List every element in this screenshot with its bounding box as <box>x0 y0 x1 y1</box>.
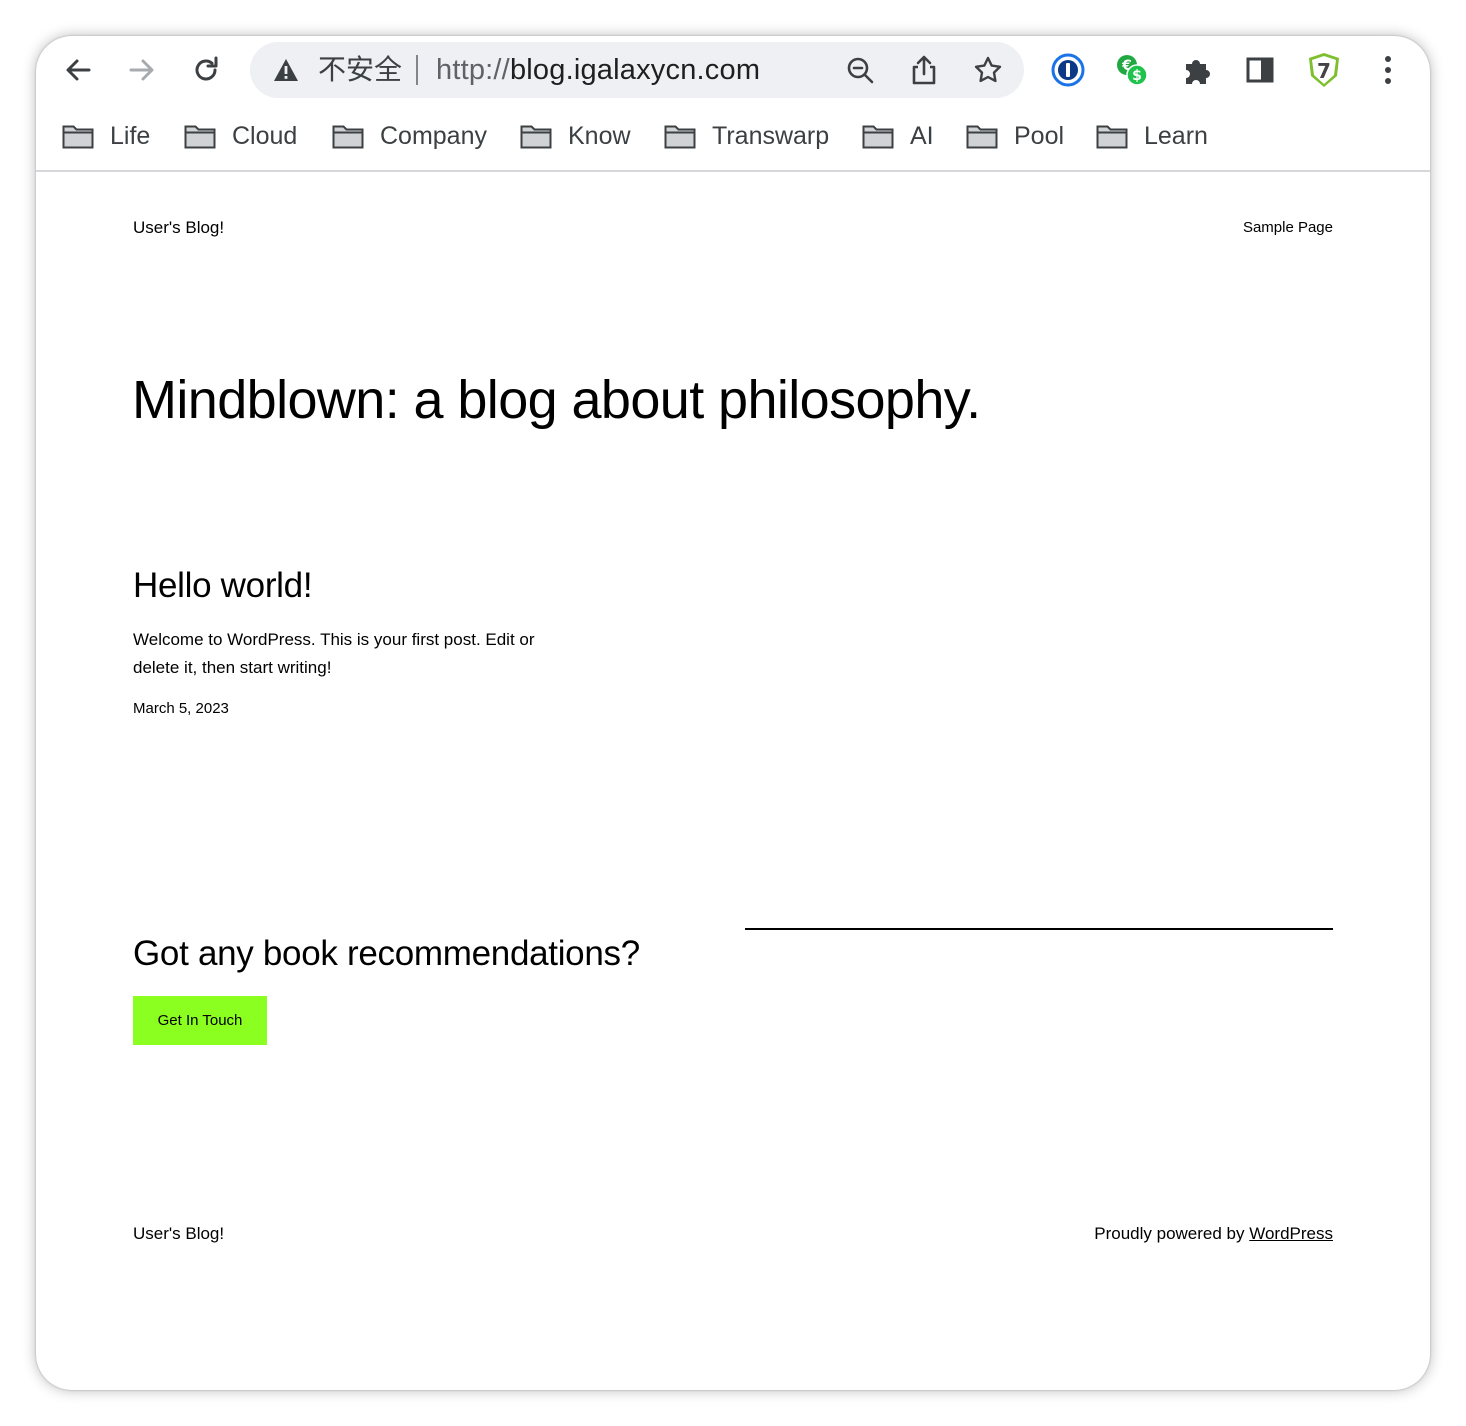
post-date-link[interactable]: March 5, 2023 <box>133 700 229 717</box>
svg-text:7: 7 <box>1317 59 1331 83</box>
folder-icon <box>664 125 696 149</box>
bookmark-label: AI <box>910 121 934 150</box>
bookmark-folder-pool[interactable]: Pool <box>966 116 1064 156</box>
folder-icon <box>1096 125 1128 149</box>
puzzle-extensions-icon[interactable] <box>1174 48 1218 92</box>
bookmarks-bar: Life Cloud Company Know Transwarp AI Poo… <box>36 112 1430 160</box>
zoom-out-icon[interactable] <box>844 54 876 86</box>
folder-icon <box>184 125 216 149</box>
footer-site-title-link[interactable]: User's Blog! <box>133 1224 224 1244</box>
url-text[interactable]: http://blog.igalaxycn.com <box>436 53 760 87</box>
address-bar[interactable]: 不安全 http://blog.igalaxycn.com <box>250 42 1024 98</box>
folder-icon <box>62 125 94 149</box>
bookmark-folder-company[interactable]: Company <box>332 116 487 156</box>
star-icon[interactable] <box>972 54 1004 86</box>
bookmark-label: Life <box>110 121 151 150</box>
bookmark-label: Transwarp <box>712 121 830 150</box>
powered-by-text: Proudly powered by <box>1094 1224 1250 1243</box>
url-host: blog.igalaxycn.com <box>509 54 761 86</box>
post-excerpt: Welcome to WordPress. This is your first… <box>133 630 535 677</box>
hero-heading: Mindblown: a blog about philosophy. <box>132 370 981 430</box>
kebab-menu-icon[interactable] <box>1366 48 1410 92</box>
post-title-link[interactable]: Hello world! <box>133 566 313 606</box>
bookmark-label: Learn <box>1144 121 1208 150</box>
bookmark-label: Company <box>380 121 487 150</box>
bookmark-label: Pool <box>1014 121 1065 150</box>
get-in-touch-button[interactable]: Get In Touch <box>133 996 267 1045</box>
browser-toolbar: 不安全 http://blog.igalaxycn.com € $ 7 <box>36 36 1430 106</box>
bookmark-folder-life[interactable]: Life <box>62 116 150 156</box>
nav-sample-page[interactable]: Sample Page <box>1243 219 1333 236</box>
warning-triangle-icon[interactable] <box>272 56 300 84</box>
web-page: User's Blog! Sample Page Mindblown: a bl… <box>36 172 1430 1390</box>
browser-window: 不安全 http://blog.igalaxycn.com € $ 7 Life… <box>36 36 1430 1390</box>
footer-powered-by: Proudly powered by WordPress <box>1094 1224 1333 1244</box>
bookmark-folder-learn[interactable]: Learn <box>1096 116 1208 156</box>
bookmark-folder-cloud[interactable]: Cloud <box>184 116 297 156</box>
reload-icon[interactable] <box>184 48 228 92</box>
arrow-left-icon[interactable] <box>56 48 100 92</box>
folder-icon <box>332 125 364 149</box>
password-manager-icon[interactable] <box>1046 48 1090 92</box>
security-label[interactable]: 不安全 <box>318 54 402 86</box>
share-icon[interactable] <box>908 54 940 86</box>
cta-heading: Got any book recommendations? <box>133 934 640 973</box>
url-scheme: http:// <box>436 54 510 86</box>
bookmark-folder-transwarp[interactable]: Transwarp <box>664 116 829 156</box>
arrow-right-icon[interactable] <box>120 48 164 92</box>
folder-icon <box>520 125 552 149</box>
folder-icon <box>966 125 998 149</box>
omnibox-separator <box>416 55 418 85</box>
site-title-link[interactable]: User's Blog! <box>133 218 224 238</box>
seven-shield-icon[interactable]: 7 <box>1302 48 1346 92</box>
currency-converter-icon[interactable]: € $ <box>1110 48 1154 92</box>
wordpress-link[interactable]: WordPress <box>1249 1224 1333 1243</box>
cta-divider <box>745 928 1333 930</box>
folder-icon <box>862 125 894 149</box>
svg-text:$: $ <box>1132 68 1142 84</box>
bookmark-folder-know[interactable]: Know <box>520 116 631 156</box>
bookmark-label: Know <box>568 121 631 150</box>
bookmark-label: Cloud <box>232 121 298 150</box>
bookmark-folder-ai[interactable]: AI <box>862 116 934 156</box>
side-panel-icon[interactable] <box>1238 48 1282 92</box>
